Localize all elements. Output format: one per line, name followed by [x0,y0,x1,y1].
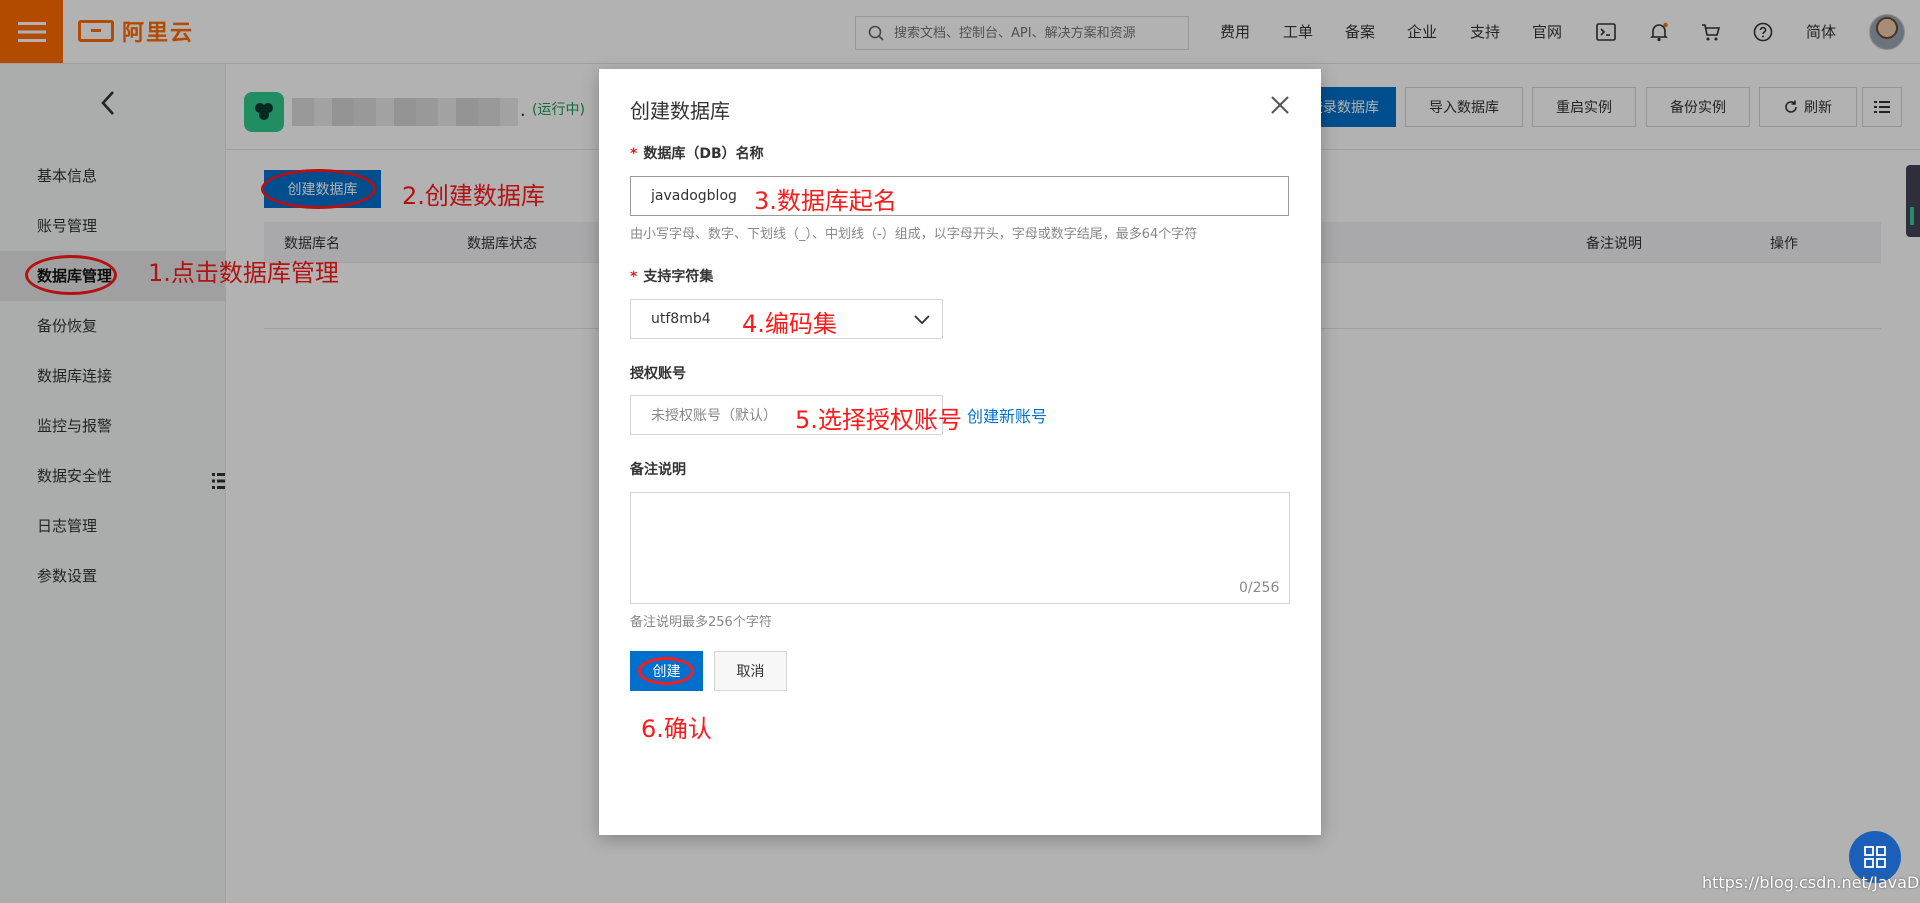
remark-hint: 备注说明最多256个字符 [630,615,772,630]
dialog-title: 创建数据库 [630,99,730,123]
close-icon[interactable] [1268,93,1292,117]
create-database-dialog: 创建数据库 *数据库（DB）名称 3.数据库起名 由小写字母、数字、下划线（_）… [599,69,1321,835]
annotation-step5: 5.选择授权账号 [795,406,962,434]
annotation-step3: 3.数据库起名 [754,187,897,215]
annotation-step4: 4.编码集 [742,310,837,338]
db-name-input[interactable] [630,176,1289,216]
charset-value: utf8mb4 [651,311,711,327]
annotation-step6: 6.确认 [641,715,712,743]
chevron-down-icon [914,313,930,329]
account-label: 授权账号 [630,366,686,382]
remark-counter: 0/256 [1239,580,1280,596]
account-value: 未授权账号（默认） [651,408,777,424]
annotation-ellipse-create [638,657,694,685]
charset-label: * 支持字符集 [630,269,714,285]
db-name-label: * 数据库（DB）名称 [630,146,764,162]
create-new-account-link[interactable]: 创建新账号 [967,403,1047,427]
cancel-button[interactable]: 取消 [714,651,787,691]
remark-label: 备注说明 [630,462,686,478]
remark-textarea[interactable] [630,492,1290,604]
watermark-text: https://blog.csdn.net/JavaD0g [1702,873,1920,892]
db-name-hint: 由小写字母、数字、下划线（_）、中划线（-）组成，以字母开头，字母或数字结尾，最… [630,227,1198,242]
grid-icon [1864,846,1886,868]
